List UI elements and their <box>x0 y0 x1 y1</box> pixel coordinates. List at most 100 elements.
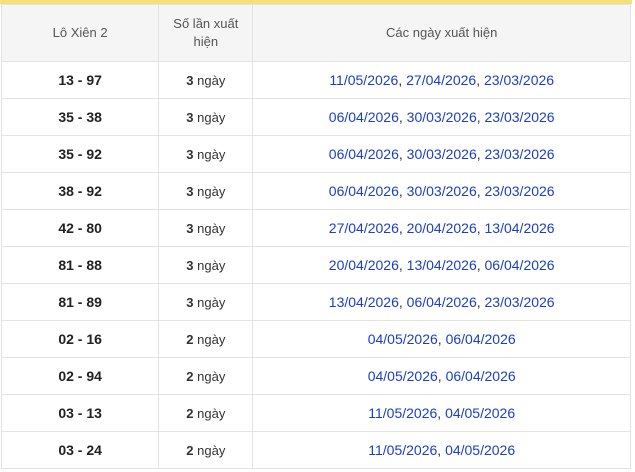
count-cell: 3 ngày <box>158 172 254 210</box>
lo-xien-table: Lô Xiên 2 Số lần xuất hiện Các ngày xuất… <box>0 4 631 469</box>
count-unit: ngày <box>197 220 226 236</box>
date-link[interactable]: 30/03/2026 <box>407 146 477 162</box>
pair-cell: 38 - 92 <box>0 172 160 210</box>
table-row: 03 - 13 2 ngày 11/05/2026, 04/05/2026 <box>0 394 631 432</box>
count-value: 3 <box>186 294 194 310</box>
count-unit: ngày <box>197 109 226 125</box>
table-row: 81 - 89 3 ngày 13/04/2026, 06/04/2026, 23/… <box>0 283 631 321</box>
pair-cell: 35 - 92 <box>0 135 160 173</box>
count-unit: ngày <box>197 368 226 384</box>
count-unit: ngày <box>197 442 226 458</box>
count-cell: 3 ngày <box>158 209 254 247</box>
date-link[interactable]: 06/04/2026 <box>485 257 555 273</box>
date-link[interactable]: 04/05/2026 <box>368 331 438 347</box>
count-cell: 2 ngày <box>158 357 254 395</box>
date-link[interactable]: 13/04/2026 <box>329 294 399 310</box>
dates-cell: 20/04/2026, 13/04/2026, 06/04/2026 <box>252 246 631 284</box>
count-unit: ngày <box>197 331 226 347</box>
pair-cell: 03 - 24 <box>0 431 160 469</box>
count-unit: ngày <box>197 405 226 421</box>
dates-cell: 06/04/2026, 30/03/2026, 23/03/2026 <box>252 98 631 136</box>
pair-cell: 02 - 16 <box>0 320 160 358</box>
table-row: 02 - 16 2 ngày 04/05/2026, 06/04/2026 <box>0 320 631 358</box>
date-link[interactable]: 27/04/2026 <box>329 220 399 236</box>
count-unit: ngày <box>197 257 226 273</box>
date-link[interactable]: 06/04/2026 <box>446 368 516 384</box>
table-row: 42 - 80 3 ngày 27/04/2026, 20/04/2026, 13/… <box>0 209 631 247</box>
table-row: 13 - 97 3 ngày 11/05/2026, 27/04/2026, 23/… <box>0 61 631 99</box>
date-link[interactable]: 20/04/2026 <box>407 220 477 236</box>
count-cell: 2 ngày <box>158 320 254 358</box>
date-link[interactable]: 06/04/2026 <box>407 294 477 310</box>
date-link[interactable]: 06/04/2026 <box>329 183 399 199</box>
count-cell: 3 ngày <box>158 246 254 284</box>
count-value: 3 <box>186 146 194 162</box>
date-link[interactable]: 11/05/2026 <box>368 405 437 421</box>
count-value: 2 <box>186 331 194 347</box>
header-count: Số lần xuất hiện <box>158 4 254 62</box>
date-link[interactable]: 11/05/2026 <box>329 72 398 88</box>
dates-cell: 11/05/2026, 04/05/2026 <box>252 394 631 432</box>
count-value: 2 <box>186 368 194 384</box>
dates-cell: 06/04/2026, 30/03/2026, 23/03/2026 <box>252 172 631 210</box>
table-row: 81 - 88 3 ngày 20/04/2026, 13/04/2026, 06/… <box>0 246 631 284</box>
table-row: 38 - 92 3 ngày 06/04/2026, 30/03/2026, 23/… <box>0 172 631 210</box>
count-cell: 2 ngày <box>158 394 254 432</box>
dates-cell: 11/05/2026, 27/04/2026, 23/03/2026 <box>252 61 631 99</box>
count-cell: 2 ngày <box>158 431 254 469</box>
pair-cell: 13 - 97 <box>0 61 160 99</box>
page: Lô Xiên 2 Số lần xuất hiện Các ngày xuất… <box>0 0 635 472</box>
count-cell: 3 ngày <box>158 98 254 136</box>
header-pair: Lô Xiên 2 <box>0 4 160 62</box>
table-row: 02 - 94 2 ngày 04/05/2026, 06/04/2026 <box>0 357 631 395</box>
date-link[interactable]: 06/04/2026 <box>446 331 516 347</box>
table-header-row: Lô Xiên 2 Số lần xuất hiện Các ngày xuất… <box>0 4 631 62</box>
dates-cell: 13/04/2026, 06/04/2026, 23/03/2026 <box>252 283 631 321</box>
count-value: 2 <box>186 442 194 458</box>
table-row: 35 - 92 3 ngày 06/04/2026, 30/03/2026, 23/… <box>0 135 631 173</box>
date-link[interactable]: 23/03/2026 <box>484 72 554 88</box>
date-link[interactable]: 04/05/2026 <box>445 405 515 421</box>
count-value: 3 <box>186 72 194 88</box>
dates-cell: 27/04/2026, 20/04/2026, 13/04/2026 <box>252 209 631 247</box>
date-link[interactable]: 04/05/2026 <box>368 368 438 384</box>
dates-cell: 04/05/2026, 06/04/2026 <box>252 320 631 358</box>
date-link[interactable]: 20/04/2026 <box>329 257 399 273</box>
date-link[interactable]: 13/04/2026 <box>485 220 555 236</box>
date-link[interactable]: 23/03/2026 <box>485 183 555 199</box>
date-link[interactable]: 23/03/2026 <box>485 109 555 125</box>
count-value: 3 <box>186 257 194 273</box>
count-cell: 3 ngày <box>158 61 254 99</box>
count-cell: 3 ngày <box>158 283 254 321</box>
count-value: 2 <box>186 405 194 421</box>
date-link[interactable]: 27/04/2026 <box>406 72 476 88</box>
date-link[interactable]: 13/04/2026 <box>407 257 477 273</box>
date-link[interactable]: 06/04/2026 <box>329 146 399 162</box>
pair-cell: 35 - 38 <box>0 98 160 136</box>
table-row: 03 - 24 2 ngày 11/05/2026, 04/05/2026 <box>0 431 631 469</box>
pair-cell: 02 - 94 <box>0 357 160 395</box>
header-dates: Các ngày xuất hiện <box>252 4 631 62</box>
pair-cell: 03 - 13 <box>0 394 160 432</box>
count-value: 3 <box>186 109 194 125</box>
date-link[interactable]: 06/04/2026 <box>329 109 399 125</box>
count-unit: ngày <box>197 146 226 162</box>
dates-cell: 04/05/2026, 06/04/2026 <box>252 357 631 395</box>
date-link[interactable]: 30/03/2026 <box>407 183 477 199</box>
date-link[interactable]: 23/03/2026 <box>485 146 555 162</box>
count-unit: ngày <box>197 183 226 199</box>
count-cell: 3 ngày <box>158 135 254 173</box>
pair-cell: 42 - 80 <box>0 209 160 247</box>
table-body: 13 - 97 3 ngày 11/05/2026, 27/04/2026, 23/… <box>0 61 631 469</box>
count-value: 3 <box>186 183 194 199</box>
date-link[interactable]: 04/05/2026 <box>445 442 515 458</box>
count-unit: ngày <box>197 72 226 88</box>
pair-cell: 81 - 89 <box>0 283 160 321</box>
date-link[interactable]: 11/05/2026 <box>368 442 437 458</box>
date-link[interactable]: 30/03/2026 <box>407 109 477 125</box>
dates-cell: 06/04/2026, 30/03/2026, 23/03/2026 <box>252 135 631 173</box>
table-row: 35 - 38 3 ngày 06/04/2026, 30/03/2026, 23/… <box>0 98 631 136</box>
count-unit: ngày <box>197 294 226 310</box>
pair-cell: 81 - 88 <box>0 246 160 284</box>
date-link[interactable]: 23/03/2026 <box>485 294 555 310</box>
